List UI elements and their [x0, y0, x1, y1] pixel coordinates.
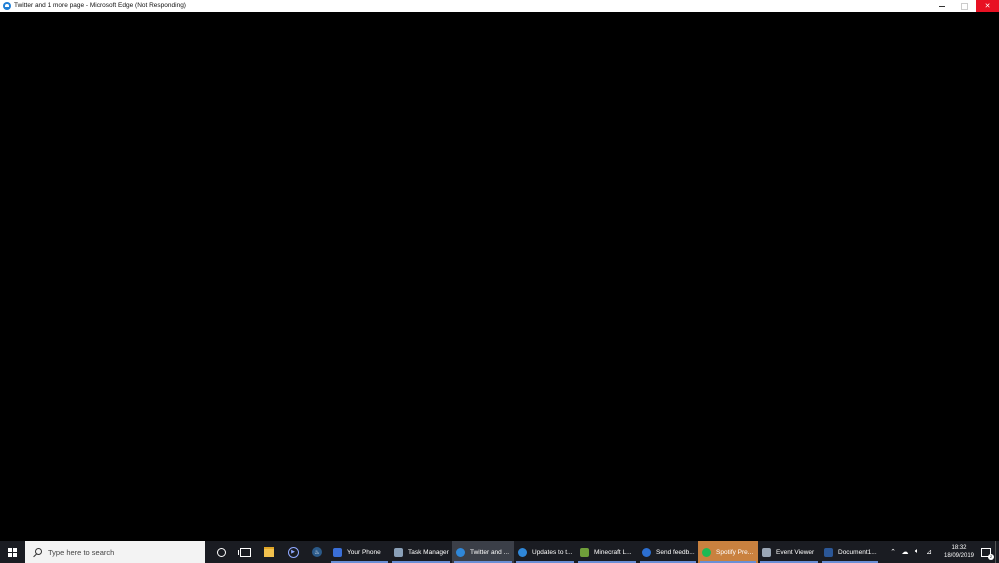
- cortana-button[interactable]: [209, 541, 233, 563]
- your-phone-icon: [333, 547, 342, 557]
- close-icon: ✕: [984, 3, 991, 10]
- taskbar-app-spotify[interactable]: Spotify Pre...: [698, 541, 758, 563]
- pinned-system-icons: ▶ ♨: [209, 541, 329, 563]
- task-view-icon: [237, 547, 251, 557]
- taskbar-app-label: Updates to t...: [532, 548, 573, 556]
- browser-content-area[interactable]: [0, 12, 999, 541]
- network-button[interactable]: ⊿: [923, 541, 935, 563]
- taskbar-app-label: Event Viewer: [776, 548, 815, 556]
- notification-count-badge: 2: [988, 553, 994, 560]
- clock-time: 18:32: [951, 545, 967, 551]
- cortana-icon: [216, 547, 226, 557]
- notification-icon: 2: [981, 547, 994, 560]
- feedback-hub-icon: [642, 547, 651, 557]
- taskbar-app-feedback-hub[interactable]: Send feedb...: [638, 541, 698, 563]
- taskbar-app-edge-twitter[interactable]: Twitter and ...: [452, 541, 514, 563]
- clock[interactable]: 18:32 18/09/2019: [941, 544, 977, 560]
- taskbar: Type here to search ▶ ♨ Your Phone Task …: [0, 541, 999, 563]
- windows-logo-icon: [8, 547, 17, 557]
- taskbar-app-your-phone[interactable]: Your Phone: [329, 541, 390, 563]
- system-tray: ⌃ ☁ 🔈︎ ⊿ 18:32 18/09/2019 2: [887, 541, 999, 563]
- title-bar[interactable]: Twitter and 1 more page - Microsoft Edge…: [0, 0, 999, 12]
- network-icon: ⊿: [926, 549, 932, 556]
- window-controls: ✕: [930, 0, 999, 12]
- search-icon: [33, 547, 42, 557]
- taskbar-app-label: Minecraft L...: [594, 548, 632, 556]
- taskbar-app-label: Send feedb...: [656, 548, 695, 556]
- speaker-icon: 🔈︎: [914, 548, 920, 555]
- chevron-up-icon: ⌃: [890, 549, 896, 556]
- close-button[interactable]: ✕: [976, 0, 999, 12]
- minimize-button[interactable]: [930, 0, 953, 12]
- taskbar-app-event-viewer[interactable]: Event Viewer: [758, 541, 820, 563]
- show-hidden-icons-button[interactable]: ⌃: [887, 541, 899, 563]
- taskbar-app-label: Your Phone: [347, 548, 381, 556]
- folder-icon: [264, 547, 274, 557]
- file-explorer-button[interactable]: [257, 541, 281, 563]
- volume-button[interactable]: 🔈︎: [911, 541, 923, 563]
- start-button[interactable]: [0, 541, 25, 563]
- media-player-icon: ▶: [287, 546, 299, 558]
- maximize-icon: [961, 2, 968, 10]
- edge-icon: [518, 547, 527, 557]
- maximize-button[interactable]: [953, 0, 976, 12]
- cloud-icon: ☁: [901, 549, 909, 556]
- minecraft-icon: [580, 547, 589, 557]
- task-view-button[interactable]: [233, 541, 257, 563]
- search-input[interactable]: Type here to search: [48, 548, 114, 557]
- task-manager-icon: [394, 547, 403, 557]
- action-center-button[interactable]: 2: [977, 541, 995, 563]
- show-desktop-button[interactable]: [995, 541, 999, 563]
- taskbar-app-label: Spotify Pre...: [716, 548, 754, 556]
- taskbar-app-task-manager[interactable]: Task Manager: [390, 541, 452, 563]
- event-viewer-icon: [762, 547, 771, 557]
- taskbar-app-minecraft[interactable]: Minecraft L...: [576, 541, 638, 563]
- taskbar-app-label: Twitter and ...: [470, 548, 510, 556]
- spotify-icon: [702, 547, 711, 557]
- window-title: Twitter and 1 more page - Microsoft Edge…: [14, 2, 186, 9]
- clock-date: 18/09/2019: [943, 553, 975, 559]
- taskbar-app-word[interactable]: Document1...: [820, 541, 880, 563]
- word-icon: [824, 547, 833, 557]
- steam-button[interactable]: ♨: [305, 541, 329, 563]
- minimize-icon: [938, 5, 945, 7]
- taskbar-app-edge-updates[interactable]: Updates to t...: [514, 541, 576, 563]
- steam-icon: ♨: [312, 547, 322, 557]
- edge-icon: [456, 547, 465, 557]
- onedrive-button[interactable]: ☁: [899, 541, 911, 563]
- taskbar-apps: Your Phone Task Manager Twitter and ... …: [329, 541, 880, 563]
- edge-icon: [3, 2, 11, 10]
- media-player-button[interactable]: ▶: [281, 541, 305, 563]
- taskbar-app-label: Document1...: [838, 548, 877, 556]
- search-box[interactable]: Type here to search: [25, 541, 205, 563]
- taskbar-app-label: Task Manager: [408, 548, 449, 556]
